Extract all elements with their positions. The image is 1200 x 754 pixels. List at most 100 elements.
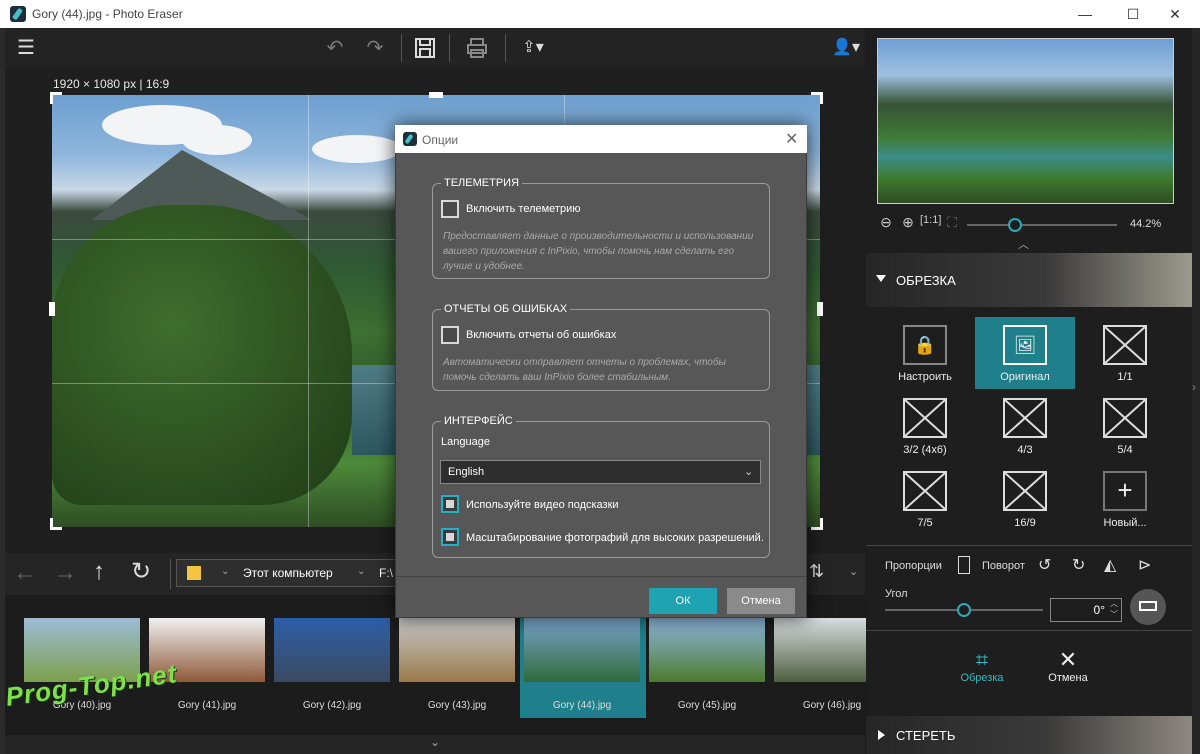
title-bar: Gory (44).jpg - Photo Eraser — ☐ ✕ <box>0 0 1200 28</box>
hidpi-checkbox[interactable] <box>441 528 459 546</box>
forward-arrow-icon[interactable]: → <box>53 559 77 587</box>
angle-label: Угол <box>885 588 908 600</box>
telemetry-title: ТЕЛЕМЕТРИЯ <box>441 177 523 189</box>
rotate-frame-icon[interactable] <box>958 556 970 574</box>
zoom-slider-track[interactable] <box>967 224 1117 226</box>
ratio-option[interactable]: 16/9 <box>975 463 1075 535</box>
language-select[interactable]: English ⌄ <box>440 460 761 484</box>
ratio-option[interactable]: + Новый... <box>1075 463 1175 535</box>
crop-handle-top-left[interactable] <box>50 92 62 104</box>
print-icon[interactable] <box>461 28 493 68</box>
chevron-right-icon[interactable]: › <box>1192 380 1196 394</box>
ratio-label: 1/1 <box>1117 371 1133 383</box>
ratio-label: 5/4 <box>1117 444 1133 456</box>
thumbnail-image[interactable] <box>399 618 515 682</box>
ratio-option[interactable]: 7/5 <box>875 463 975 535</box>
crop-section-header[interactable]: ОБРЕЗКА <box>866 253 1192 307</box>
crop-handle-top-right[interactable] <box>811 92 823 104</box>
maximize-button[interactable]: ☐ <box>1110 0 1156 28</box>
zoom-in-icon[interactable]: ⊕ <box>898 214 918 234</box>
errors-checkbox[interactable] <box>441 326 459 344</box>
user-icon[interactable]: 👤▾ <box>829 28 863 68</box>
minimize-button[interactable]: — <box>1062 0 1108 28</box>
crop-icon: ⌗ <box>975 647 989 672</box>
angle-slider-knob[interactable] <box>957 603 971 617</box>
hidpi-label[interactable]: Масштабирование фотографий для высоких р… <box>466 532 764 544</box>
actual-size-icon[interactable]: [1:1] <box>920 214 941 234</box>
fit-screen-icon[interactable]: ⛶ <box>942 214 962 234</box>
telemetry-checkbox[interactable] <box>441 200 459 218</box>
ratio-label: 3/2 (4x6) <box>903 444 947 456</box>
toolbar-separator <box>505 34 506 62</box>
save-icon[interactable] <box>409 28 441 68</box>
errors-checkbox-label[interactable]: Включить отчеты об ошибках <box>466 329 616 341</box>
crop-grid-line <box>308 95 309 527</box>
back-arrow-icon[interactable]: ← <box>13 559 37 587</box>
apply-crop-button[interactable]: ⌗ Обрезка <box>950 648 1014 692</box>
erase-header-label: СТЕРЕТЬ <box>896 728 956 743</box>
ratio-icon <box>1103 325 1147 365</box>
chevron-down-icon[interactable]: ⌄ <box>849 565 858 578</box>
zoom-out-icon[interactable]: ⊖ <box>876 214 896 234</box>
cancel-crop-button[interactable]: ✕ Отмена <box>1036 648 1100 692</box>
divider <box>866 630 1192 631</box>
thumbnail-image[interactable] <box>274 618 390 682</box>
ratio-option[interactable]: 🖼 Оригинал <box>975 317 1075 389</box>
thumbnail-label[interactable]: Gory (45).jpg <box>649 700 765 711</box>
zoom-slider-knob[interactable] <box>1008 218 1022 232</box>
thumbnail-label[interactable]: Gory (42).jpg <box>274 700 390 711</box>
thumbnail-image[interactable] <box>524 618 640 682</box>
crop-handle-left[interactable] <box>49 302 55 316</box>
thumbnail-image[interactable] <box>649 618 765 682</box>
dialog-close-icon[interactable]: ✕ <box>785 129 798 149</box>
thumbnail-label[interactable]: Gory (44).jpg <box>524 700 640 711</box>
close-button[interactable]: ✕ <box>1152 0 1198 28</box>
chevron-up-icon[interactable]: ︿ <box>1018 236 1029 252</box>
location-label[interactable]: Этот компьютер <box>243 566 333 580</box>
ratio-label: Настроить <box>898 371 952 383</box>
proportions-label[interactable]: Пропорции <box>885 560 942 572</box>
ratio-option[interactable]: 🔒 Настроить <box>875 317 975 389</box>
chevron-down-icon[interactable]: ⌄ <box>357 566 365 577</box>
chevron-down-icon[interactable]: ⌄ <box>430 735 440 749</box>
ratio-label: Новый... <box>1103 517 1147 529</box>
ok-button[interactable]: ОК <box>649 588 717 614</box>
drive-label[interactable]: F:\ <box>379 566 393 580</box>
crop-handle-right[interactable] <box>817 302 823 316</box>
crop-handle-bottom-right[interactable] <box>811 518 823 530</box>
share-icon[interactable]: ⇪▾ <box>513 28 553 68</box>
angle-stepper-icon[interactable]: ︿ ﹀ <box>1110 598 1118 620</box>
refresh-icon[interactable]: ↻ <box>131 557 151 586</box>
rotate-left-icon[interactable]: ↺ <box>1038 555 1051 575</box>
ratio-option[interactable]: 5/4 <box>1075 390 1175 462</box>
video-hints-label[interactable]: Используйте видео подсказки <box>466 499 619 511</box>
video-hints-checkbox[interactable] <box>441 495 459 513</box>
preview-image[interactable] <box>877 38 1174 204</box>
dialog-cancel-button[interactable]: Отмена <box>727 588 795 614</box>
crop-handle-bottom-left[interactable] <box>50 518 62 530</box>
chevron-down-icon[interactable]: ⌄ <box>221 566 229 577</box>
telemetry-checkbox-label[interactable]: Включить телеметрию <box>466 203 580 215</box>
rotate-right-icon[interactable]: ↻ <box>1072 555 1085 575</box>
ratio-option[interactable]: 4/3 <box>975 390 1075 462</box>
erase-section-header[interactable]: СТЕРЕТЬ <box>866 716 1192 754</box>
redo-icon[interactable]: ↷ <box>361 28 389 68</box>
ratio-option[interactable]: 1/1 <box>1075 317 1175 389</box>
up-arrow-icon[interactable]: ↑ <box>93 558 105 586</box>
window-title: Gory (44).jpg - Photo Eraser <box>32 7 183 21</box>
ratio-option[interactable]: 3/2 (4x6) <box>875 390 975 462</box>
rotate-label[interactable]: Поворот <box>982 560 1025 572</box>
toolbar-separator <box>449 34 450 62</box>
path-box[interactable]: ⌄ Этот компьютер ⌄ F:\ <box>176 559 396 587</box>
hamburger-menu-icon[interactable]: ☰ <box>11 28 41 68</box>
crop-handle-top[interactable] <box>429 92 443 98</box>
photo-cloud <box>312 135 402 163</box>
flip-vertical-icon[interactable]: ⊳ <box>1138 555 1151 575</box>
undo-icon[interactable]: ↶ <box>321 28 349 68</box>
crop-header-label: ОБРЕЗКА <box>896 273 956 288</box>
thumbnail-label[interactable]: Gory (41).jpg <box>149 700 265 711</box>
thumbnail-label[interactable]: Gory (43).jpg <box>399 700 515 711</box>
straighten-button[interactable] <box>1130 589 1166 625</box>
sort-icon[interactable]: ⇅ <box>809 561 824 582</box>
flip-horizontal-icon[interactable]: ◭ <box>1104 555 1116 575</box>
